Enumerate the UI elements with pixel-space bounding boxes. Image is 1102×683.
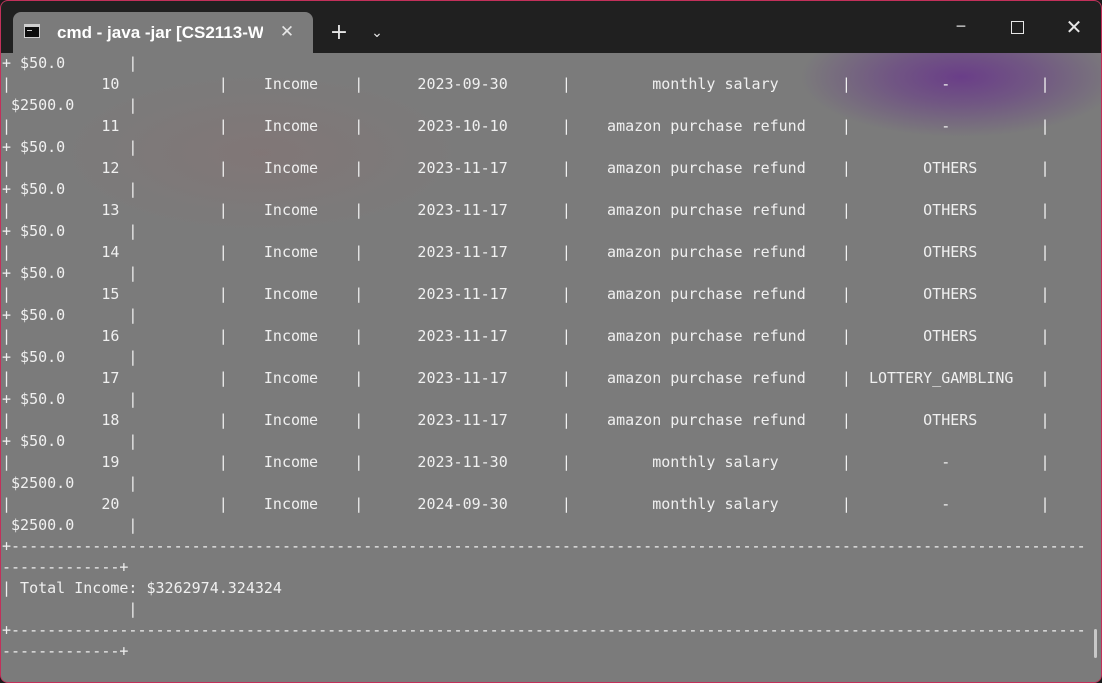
terminal-line: + $50.0 | <box>2 432 138 450</box>
terminal-line: + $50.0 | <box>2 306 138 324</box>
terminal-line: $2500.0 | <box>2 96 138 114</box>
terminal-line: | 18 | Income | 2023-11-17 | amazon purc… <box>2 411 1050 429</box>
close-tab-icon[interactable]: ✕ <box>275 20 299 44</box>
terminal-line: + $50.0 | <box>2 222 138 240</box>
terminal-line: + $50.0 | <box>2 180 138 198</box>
close-window-button[interactable]: ✕ <box>1052 9 1096 45</box>
terminal-line: + $50.0 | <box>2 264 138 282</box>
terminal-line: -------------+ <box>2 642 129 660</box>
terminal-line: $2500.0 | <box>2 516 138 534</box>
tab-title: cmd - java -jar [CS2113-W <box>57 23 263 42</box>
terminal-line: | <box>2 600 138 618</box>
terminal-line: | 15 | Income | 2023-11-17 | amazon purc… <box>2 285 1050 303</box>
terminal-line: + $50.0 | <box>2 54 138 72</box>
terminal-line: | 14 | Income | 2023-11-17 | amazon purc… <box>2 243 1050 261</box>
tab-cmd[interactable]: cmd - java -jar [CS2113-W ✕ <box>13 12 313 53</box>
new-tab-button[interactable]: + <box>323 19 355 47</box>
terminal-line: +---------------------------------------… <box>2 621 1086 639</box>
terminal-text: + $50.0 | | 10 | Income | 2023-09-30 | mo… <box>2 53 1101 662</box>
maximize-icon <box>1010 20 1024 34</box>
scrollbar[interactable] <box>1094 629 1097 658</box>
terminal-icon <box>24 24 40 38</box>
terminal-line: + $50.0 | <box>2 138 138 156</box>
terminal-line: -------------+ <box>2 558 129 576</box>
terminal-line: | 12 | Income | 2023-11-17 | amazon purc… <box>2 159 1050 177</box>
terminal-line: | 11 | Income | 2023-10-10 | amazon purc… <box>2 117 1050 135</box>
minimize-button[interactable]: ─ <box>939 9 983 45</box>
terminal-line: + $50.0 | <box>2 348 138 366</box>
terminal-window: cmd - java -jar [CS2113-W ✕ + ⌄ ─ ✕ + $5… <box>0 0 1102 683</box>
terminal-line: +---------------------------------------… <box>2 537 1086 555</box>
terminal-line: | 16 | Income | 2023-11-17 | amazon purc… <box>2 327 1050 345</box>
terminal-line: | 10 | Income | 2023-09-30 | monthly sal… <box>2 75 1101 93</box>
title-bar: cmd - java -jar [CS2113-W ✕ + ⌄ ─ ✕ <box>1 1 1101 53</box>
terminal-line: | Total Income: $3262974.324324 <box>2 579 282 597</box>
terminal-line: | 19 | Income | 2023-11-30 | monthly sal… <box>2 453 1101 471</box>
terminal-line: | 20 | Income | 2024-09-30 | monthly sal… <box>2 495 1101 513</box>
maximize-button[interactable] <box>995 9 1039 45</box>
chevron-down-icon[interactable]: ⌄ <box>363 19 391 47</box>
terminal-line: | 13 | Income | 2023-11-17 | amazon purc… <box>2 201 1050 219</box>
terminal-output[interactable]: + $50.0 | | 10 | Income | 2023-09-30 | mo… <box>1 53 1101 682</box>
terminal-line: | 17 | Income | 2023-11-17 | amazon purc… <box>2 369 1050 387</box>
terminal-line: + $50.0 | <box>2 390 138 408</box>
terminal-line: $2500.0 | <box>2 474 138 492</box>
